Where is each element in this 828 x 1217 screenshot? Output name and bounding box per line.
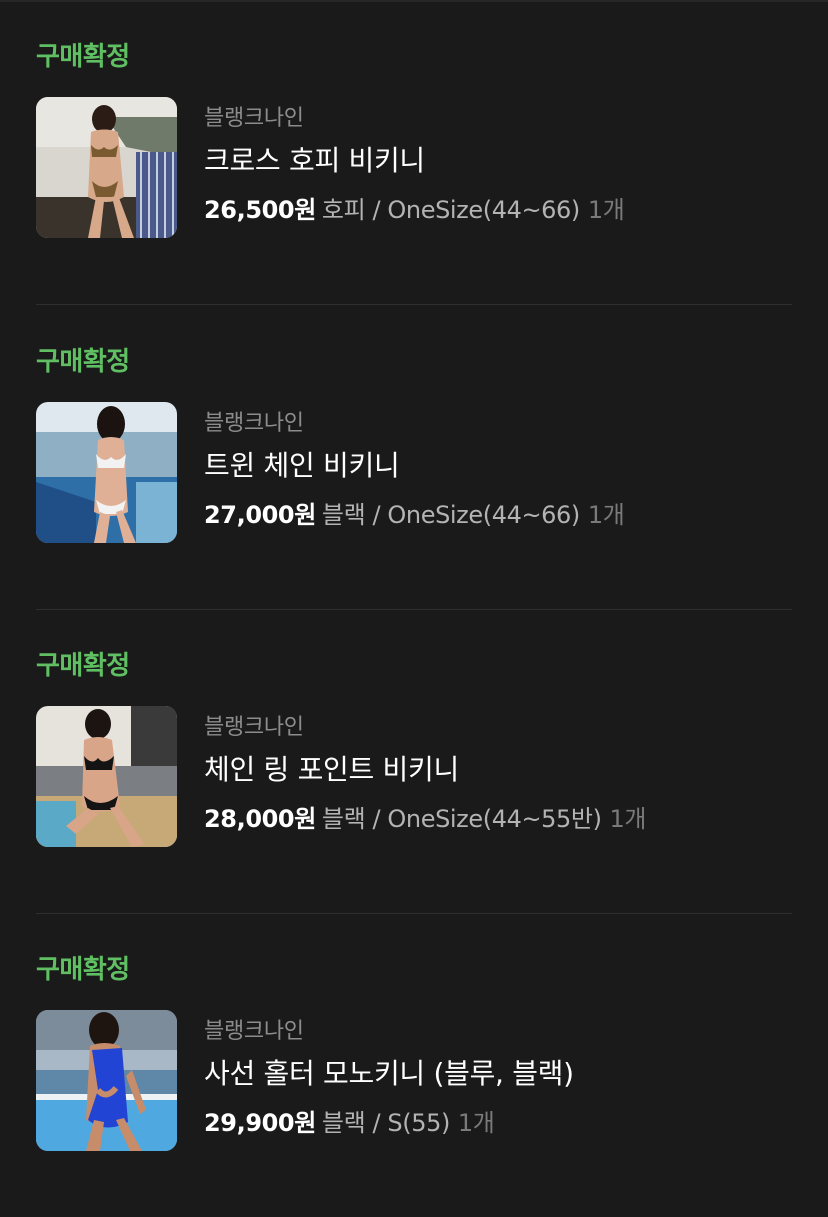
product-image: [36, 97, 177, 238]
product-title[interactable]: 체인 링 포인트 비키니: [204, 748, 459, 788]
product-image: [36, 706, 177, 847]
option: 블랙 / OneSize(44~55반): [321, 805, 602, 833]
product-thumbnail[interactable]: [36, 97, 177, 238]
option: 블랙 / OneSize(44~66): [321, 501, 580, 529]
product-title[interactable]: 크로스 호피 비키니: [204, 139, 425, 179]
price: 26,500원: [204, 196, 316, 224]
order-status: 구매확정: [36, 42, 130, 72]
price: 28,000원: [204, 805, 316, 833]
order-status: 구매확정: [36, 955, 130, 985]
price: 27,000원: [204, 501, 316, 529]
brand-name: 블랭크나인: [204, 106, 304, 131]
option: 블랙 / S(55): [321, 1109, 450, 1137]
product-thumbnail[interactable]: [36, 1010, 177, 1151]
order-status: 구매확정: [36, 651, 130, 681]
product-image: [36, 402, 177, 543]
order-item[interactable]: 구매확정 블랭크나인 트윈 체인 비키니 27,000원 블랙 / OneSize…: [0, 305, 828, 610]
order-item[interactable]: 구매확정 블랭크나인 크로스 호피 비키니 26,500원 호피 / OneSi…: [0, 0, 828, 305]
product-thumbnail[interactable]: [36, 402, 177, 543]
quantity: 1개: [587, 196, 625, 224]
order-meta: 27,000원 블랙 / OneSize(44~66) 1개: [204, 495, 625, 530]
quantity: 1개: [609, 805, 647, 833]
order-meta: 28,000원 블랙 / OneSize(44~55반) 1개: [204, 799, 647, 834]
brand-name: 블랭크나인: [204, 1019, 304, 1044]
order-meta: 26,500원 호피 / OneSize(44~66) 1개: [204, 190, 625, 225]
quantity: 1개: [587, 501, 625, 529]
product-image: [36, 1010, 177, 1151]
order-item[interactable]: 구매확정 블랭크나인 체인 링 포인트 비키니 28,000원 블랙 / OneS…: [0, 609, 828, 914]
brand-name: 블랭크나인: [204, 715, 304, 740]
quantity: 1개: [457, 1109, 495, 1137]
product-title[interactable]: 사선 홀터 모노키니 (블루, 블랙): [204, 1052, 574, 1092]
price: 29,900원: [204, 1109, 316, 1137]
order-item[interactable]: 구매확정 블랭크나인 사선 홀터 모노키니 (블루, 블랙) 29,900원 블랙…: [0, 913, 828, 1217]
product-thumbnail[interactable]: [36, 706, 177, 847]
option: 호피 / OneSize(44~66): [321, 196, 580, 224]
product-title[interactable]: 트윈 체인 비키니: [204, 444, 400, 484]
order-meta: 29,900원 블랙 / S(55) 1개: [204, 1103, 495, 1138]
brand-name: 블랭크나인: [204, 411, 304, 436]
order-status: 구매확정: [36, 347, 130, 377]
